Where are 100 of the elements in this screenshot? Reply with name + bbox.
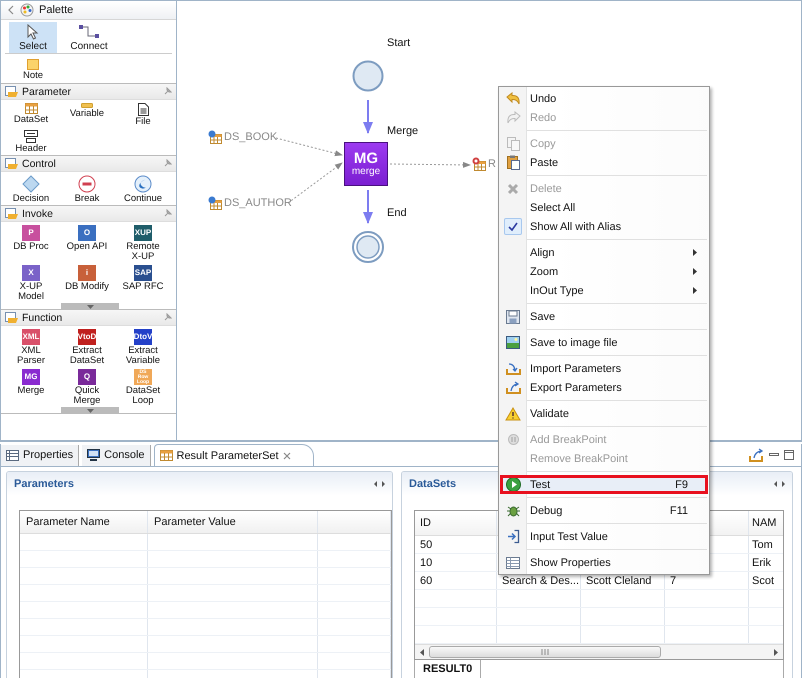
maximize-icon[interactable] xyxy=(783,449,795,461)
list-icon xyxy=(506,556,520,568)
view-tab[interactable]: Properties xyxy=(1,444,80,466)
grip-icon xyxy=(541,649,549,655)
redo-icon xyxy=(506,111,520,124)
palette-item[interactable]: Q Quick Merge xyxy=(59,367,115,406)
menu-item[interactable]: Test F9 xyxy=(500,475,708,494)
menu-item[interactable]: Align xyxy=(500,243,708,262)
start-node[interactable] xyxy=(352,60,384,92)
palette-item[interactable]: XML XML Parser xyxy=(3,327,59,366)
palette-item[interactable]: DtoV Extract Variable xyxy=(115,327,171,366)
end-node[interactable] xyxy=(352,231,384,263)
collapse-icon[interactable] xyxy=(7,5,15,15)
export-icon[interactable] xyxy=(749,448,765,462)
palette-icon xyxy=(20,3,34,17)
menu-item[interactable]: Validate xyxy=(500,404,708,423)
clipboard-icon xyxy=(506,155,520,170)
scroll-down-handle[interactable] xyxy=(61,407,119,413)
scroll-arrows-icon[interactable] xyxy=(374,481,385,487)
diamond-icon xyxy=(22,175,40,193)
palette-group-header[interactable]: Invoke xyxy=(1,206,176,222)
palette-item[interactable]: Header xyxy=(3,128,59,154)
column-header[interactable]: NAM xyxy=(749,511,783,535)
palette-group-header[interactable]: Function xyxy=(1,310,176,326)
menu-item[interactable]: Input Test Value xyxy=(500,527,708,546)
menu-item[interactable]: Select All xyxy=(500,198,708,217)
palette-title: Palette xyxy=(39,4,74,16)
palette-item[interactable]: P DB Proc xyxy=(3,223,59,262)
palette-item[interactable]: i DB Modify xyxy=(59,263,115,302)
section-title: Parameters xyxy=(14,478,74,490)
table-cell: 10 xyxy=(415,554,497,571)
palette-item[interactable]: XUP Remote X-UP xyxy=(115,223,171,262)
merge-node[interactable]: MG merge xyxy=(344,142,388,186)
menu-item[interactable]: Import Parameters xyxy=(500,359,708,378)
palette-item[interactable]: Variable xyxy=(59,101,115,127)
view-tab[interactable]: Console xyxy=(82,444,150,466)
breakpoint-icon xyxy=(508,434,518,445)
menu-item[interactable]: Export Parameters xyxy=(500,378,708,397)
menu-item[interactable]: Show Properties xyxy=(500,553,708,572)
cursor-icon xyxy=(26,24,40,40)
pin-icon[interactable] xyxy=(163,159,172,168)
variable-icon xyxy=(81,103,93,108)
dataset-node-label[interactable]: R xyxy=(488,158,496,170)
table-cell-text: Tom xyxy=(751,538,774,552)
palette-item[interactable]: VtoD Extract DataSet xyxy=(59,327,115,366)
palette-tool[interactable]: Connect xyxy=(65,22,113,53)
palette-item[interactable]: X X-UP Model xyxy=(3,263,59,302)
menu-item[interactable]: Save to image file xyxy=(500,333,708,352)
menu-item[interactable]: Undo xyxy=(500,89,708,108)
node-type-icon: XUP xyxy=(134,225,152,241)
pin-icon[interactable] xyxy=(163,209,172,218)
horizontal-scrollbar[interactable] xyxy=(415,644,783,659)
input-dataset-icon xyxy=(208,130,222,144)
scroll-right-icon[interactable] xyxy=(773,648,779,656)
column-header[interactable]: Parameter Value xyxy=(148,511,318,533)
palette-item[interactable]: Decision xyxy=(3,173,59,204)
palette-item[interactable]: O Open API xyxy=(59,223,115,262)
table-cell: 50 xyxy=(415,536,497,553)
palette-item[interactable]: Note xyxy=(5,57,61,81)
menu-item[interactable]: Paste xyxy=(500,153,708,172)
input-dataset-icon xyxy=(208,196,222,210)
palette-item[interactable]: DataSet xyxy=(3,101,59,127)
dataset-node-label[interactable]: DS_AUTHOR xyxy=(224,197,292,209)
table-cell-text: Erik xyxy=(751,556,772,570)
palette-group-header[interactable]: Parameter xyxy=(1,84,176,100)
palette-item[interactable]: SAP SAP RFC xyxy=(115,263,171,302)
pin-icon[interactable] xyxy=(163,313,172,322)
table-cell: 60 xyxy=(415,572,497,589)
delete-icon xyxy=(507,182,519,194)
node-label: End xyxy=(387,207,407,220)
image-icon xyxy=(506,336,520,349)
drawer-icon xyxy=(5,158,19,170)
table-cell-text: Scot xyxy=(751,574,776,588)
dataset-node-label[interactable]: DS_BOOK xyxy=(224,131,278,143)
menu-item[interactable]: Show All with Alias xyxy=(500,217,708,236)
scroll-left-icon[interactable] xyxy=(419,648,425,656)
palette-group-header[interactable]: Control xyxy=(1,156,176,172)
monitor-icon xyxy=(87,449,100,461)
drawer-icon xyxy=(5,208,19,220)
list-icon xyxy=(6,450,19,460)
pin-icon[interactable] xyxy=(163,87,172,96)
palette-item[interactable]: MG Merge xyxy=(3,367,59,406)
view-tab[interactable]: Result ParameterSet xyxy=(154,444,314,466)
palette-tool[interactable]: Select xyxy=(9,22,57,53)
flow-arrow xyxy=(363,190,373,224)
menu-item[interactable]: Save xyxy=(500,307,708,326)
drawer-icon xyxy=(5,86,19,98)
scroll-down-handle[interactable] xyxy=(61,303,119,309)
palette-item[interactable]: Continue xyxy=(115,173,171,204)
note-icon xyxy=(27,59,39,70)
menu-item[interactable]: InOut Type xyxy=(500,281,708,300)
palette-item[interactable]: Break xyxy=(59,173,115,204)
scroll-arrows-icon[interactable] xyxy=(774,481,785,487)
close-icon[interactable] xyxy=(282,452,291,460)
menu-item[interactable]: Debug F11 xyxy=(500,501,708,520)
menu-item[interactable]: Zoom xyxy=(500,262,708,281)
column-header[interactable]: Parameter Name xyxy=(20,511,148,533)
node-type-icon: X xyxy=(22,265,40,281)
column-header[interactable]: ID xyxy=(415,511,497,535)
palette-item[interactable]: File xyxy=(115,101,171,127)
